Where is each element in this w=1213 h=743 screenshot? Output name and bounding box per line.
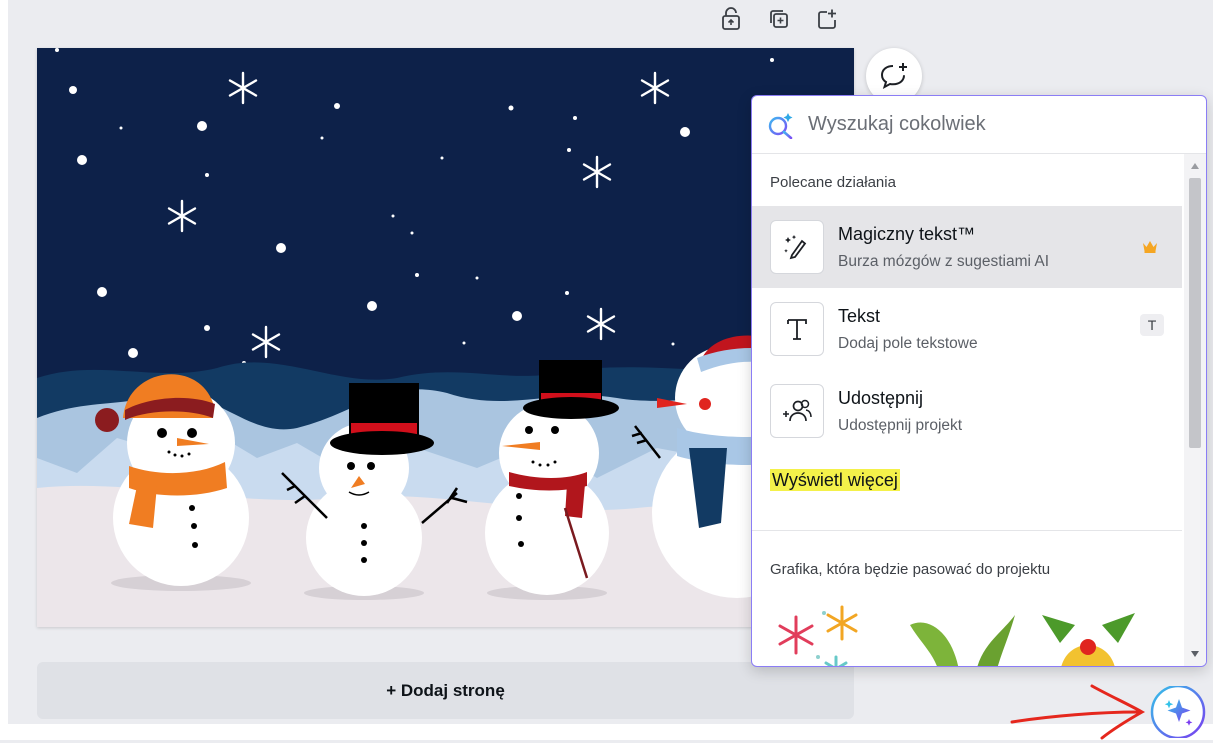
annotation-arrow-icon [1010, 684, 1146, 740]
action-subtitle: Dodaj pole tekstowe [838, 334, 978, 352]
action-magic-text[interactable]: Magiczny tekst™ Burza mózgów z sugestiam… [752, 206, 1182, 288]
page-toolbar [718, 6, 840, 32]
action-subtitle: Udostępnij projekt [838, 416, 963, 434]
lock-icon[interactable] [718, 6, 744, 32]
action-share[interactable]: Udostępnij Udostępnij projekt [752, 370, 1182, 452]
search-panel: Polecane działania Magiczny tekst™ Burza… [751, 95, 1207, 667]
action-title: Magiczny tekst™ [838, 223, 976, 244]
scroll-thumb[interactable] [1189, 178, 1201, 448]
search-input[interactable] [806, 112, 1150, 137]
graphic-snowflakes[interactable] [770, 605, 888, 666]
design-canvas[interactable] [37, 48, 854, 627]
action-subtitle: Burza mózgów z sugestiami AI [838, 252, 1050, 270]
sparkle-icon [1150, 684, 1206, 740]
scroll-up-arrow-icon[interactable] [1190, 162, 1200, 170]
graphic-holly-leaves[interactable] [900, 605, 1018, 666]
see-more-row: Wyświetl więcej [752, 452, 1182, 514]
text-icon [770, 302, 824, 356]
graphics-section-title: Grafika, która będzie pasować do projekt… [770, 561, 1051, 578]
snowmen-illustration [37, 48, 854, 627]
duplicate-page-icon[interactable] [766, 6, 792, 32]
graphic-christmas-bells[interactable] [1030, 605, 1148, 666]
editor-left-edge [0, 0, 8, 740]
keyboard-shortcut-badge: T [1140, 314, 1164, 336]
search-bar[interactable] [752, 96, 1206, 154]
recommended-section-title: Polecane działania [770, 174, 896, 191]
panel-scrollbar[interactable] [1184, 154, 1206, 666]
comment-plus-icon [880, 63, 907, 90]
see-more-link[interactable]: Wyświetl więcej [770, 469, 900, 491]
add-page-button[interactable]: + Dodaj stronę [37, 662, 854, 719]
add-page-icon[interactable] [814, 6, 840, 32]
action-title: Udostępnij [838, 387, 924, 408]
share-people-icon [770, 384, 824, 438]
magic-pen-icon [770, 220, 824, 274]
magic-search-icon [768, 112, 793, 139]
crown-icon [1143, 241, 1157, 253]
graphics-row [752, 605, 1182, 666]
scroll-down-arrow-icon[interactable] [1190, 650, 1200, 658]
magic-assistant-button[interactable] [1148, 684, 1206, 740]
panel-content: Polecane działania Magiczny tekst™ Burza… [752, 154, 1182, 666]
action-text[interactable]: Tekst Dodaj pole tekstowe T [752, 288, 1182, 370]
action-title: Tekst [838, 305, 881, 326]
